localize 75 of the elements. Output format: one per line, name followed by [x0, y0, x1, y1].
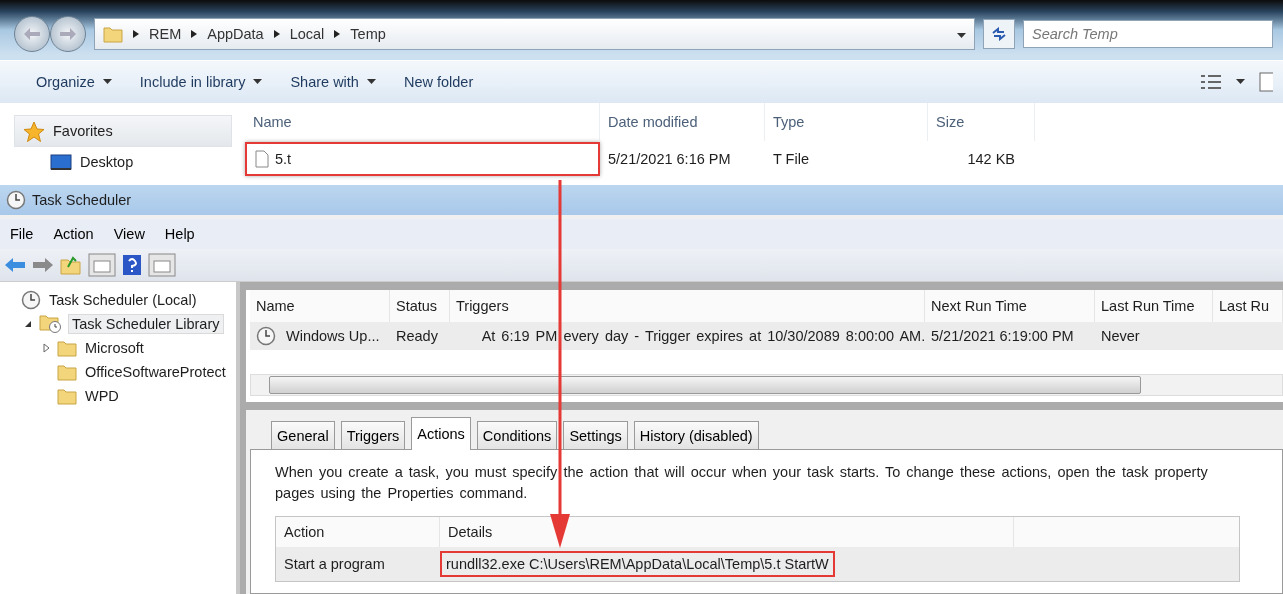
view-options-icon[interactable] — [1200, 74, 1222, 90]
caret-icon — [1236, 79, 1245, 85]
caret-icon — [957, 33, 966, 39]
toolbar-button[interactable]: New folder — [389, 70, 488, 94]
column-header[interactable]: Name — [245, 103, 600, 141]
task-name[interactable]: Windows Up... — [280, 328, 380, 344]
breadcrumb-item[interactable]: Local — [289, 26, 325, 42]
search-field[interactable]: Search Temp — [1023, 20, 1273, 48]
help-icon[interactable] — [122, 254, 142, 276]
table-cell-text: Start a program — [283, 556, 386, 572]
description-text: When you create a task, you must specify the action that will occur when your task starts. To change these actions, open the task property pages using the Properties command. — [275, 463, 1209, 503]
horizontal-scrollbar[interactable] — [250, 374, 1283, 396]
chevron-icon — [191, 30, 198, 38]
clock-icon — [21, 290, 41, 310]
tab[interactable]: Conditions — [476, 421, 558, 449]
address-bar[interactable]: REM AppData Local Temp — [94, 18, 975, 50]
back-arrow-icon[interactable] — [4, 257, 26, 273]
highlighted-command: rundll32.exe C:\Users\REM\AppData\Local\Temp\5.t StartW — [440, 551, 835, 577]
menu-item[interactable]: Help — [154, 226, 205, 242]
table-cell-text: Never — [1100, 328, 1141, 344]
chevron-icon — [133, 30, 139, 38]
tab[interactable]: History (disabled) — [633, 421, 759, 449]
window-title: Task Scheduler — [32, 192, 132, 208]
nav-item[interactable]: Desktop — [80, 154, 134, 170]
forward-arrow-icon[interactable] — [32, 257, 54, 273]
column-header[interactable]: Size — [928, 103, 1035, 141]
tree-item[interactable]: Microsoft — [82, 339, 147, 357]
menu-item[interactable]: File — [0, 226, 44, 242]
highlighted-file-name[interactable]: 5.t — [245, 142, 600, 176]
refresh-button[interactable] — [983, 19, 1015, 49]
table-cell-text: At 6:19 PM every day - Trigger expires at 10/30/2089 8:00:00 AM. — [480, 328, 925, 344]
table-cell-text: 5/21/2021 6:19:00 PM — [930, 328, 1075, 344]
nav-item[interactable]: Favorites — [53, 123, 113, 139]
size-cell-text: 142 KB — [966, 151, 1016, 167]
desktop-icon — [50, 153, 72, 171]
type-cell-text: T File — [772, 151, 810, 167]
forward-button[interactable] — [50, 16, 86, 52]
preview-pane-icon[interactable] — [1259, 72, 1273, 92]
column-header[interactable]: Type — [765, 103, 928, 141]
breadcrumb-item[interactable]: AppData — [207, 26, 264, 42]
toolbar-button[interactable]: Include in library — [125, 70, 277, 94]
breadcrumb-item[interactable]: Temp — [350, 26, 386, 42]
tree-item[interactable]: WPD — [82, 387, 122, 405]
tree-item[interactable]: OfficeSoftwareProtect — [82, 363, 229, 381]
tab[interactable]: Settings — [563, 421, 628, 449]
refresh-icon — [991, 27, 1007, 41]
forward-arrow-icon — [60, 28, 76, 40]
tab[interactable]: Actions — [411, 417, 471, 450]
toolbar-button[interactable]: Organize — [22, 70, 126, 94]
file-icon — [255, 150, 269, 168]
clock-icon — [6, 190, 26, 210]
tab[interactable]: General — [271, 421, 335, 449]
tab[interactable]: Triggers — [340, 421, 406, 449]
chevron-icon — [273, 30, 280, 38]
chevron-icon — [334, 30, 341, 38]
star-icon — [23, 120, 45, 142]
collapsed-triangle-icon[interactable] — [40, 343, 52, 353]
back-button[interactable] — [14, 16, 50, 52]
column-header[interactable]: Date modified — [600, 103, 765, 141]
tree-item[interactable]: Task Scheduler (Local) — [46, 291, 200, 309]
toolbar-button[interactable]: Share with — [276, 70, 390, 94]
folder-icon — [57, 339, 77, 357]
folder-icon — [103, 25, 123, 43]
back-arrow-icon — [24, 28, 40, 40]
date-cell-text: 5/21/2021 6:16 PM — [607, 151, 732, 167]
clock-icon — [256, 326, 276, 346]
folder-icon — [57, 387, 77, 405]
tree-item[interactable]: Task Scheduler Library — [68, 314, 224, 334]
menu-item[interactable]: View — [103, 226, 155, 242]
breadcrumb-item[interactable]: REM — [149, 26, 182, 42]
folder-icon — [57, 363, 77, 381]
folder-clock-icon — [39, 314, 63, 334]
table-cell-text: Ready — [395, 328, 439, 344]
up-folder-icon[interactable] — [60, 255, 82, 275]
menu-item[interactable]: Action — [43, 226, 104, 242]
